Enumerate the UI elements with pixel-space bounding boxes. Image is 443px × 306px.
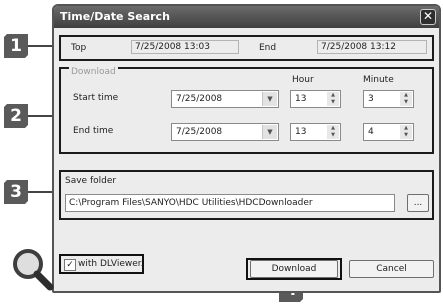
top-label: Top xyxy=(71,43,87,53)
start-date-value: 7/25/2008 xyxy=(176,94,223,104)
minute-header: Minute xyxy=(363,75,394,85)
spin-arrows-icon[interactable]: ▲ ▼ xyxy=(327,92,339,106)
save-folder-group: Save folder C:\Program Files\SANYO\HDC U… xyxy=(59,170,434,220)
download-button[interactable]: Download xyxy=(250,260,338,278)
start-date-picker[interactable]: 7/25/2008 ▼ xyxy=(171,90,279,108)
hour-header: Hour xyxy=(292,75,314,85)
end-time-value: 7/25/2008 13:12 xyxy=(317,40,427,54)
end-hour-stepper[interactable]: 13 ▲ ▼ xyxy=(290,123,341,141)
end-minute-value: 4 xyxy=(368,127,374,137)
end-hour-value: 13 xyxy=(295,127,307,137)
spin-arrows-icon[interactable]: ▲ ▼ xyxy=(400,92,412,106)
spin-arrows-icon[interactable]: ▲ ▼ xyxy=(327,125,339,139)
download-group: Download Hour Minute Start time 7/25/200… xyxy=(59,67,434,154)
end-date-picker[interactable]: 7/25/2008 ▼ xyxy=(171,123,279,141)
start-minute-value: 3 xyxy=(368,94,374,104)
chevron-down-icon[interactable]: ▼ xyxy=(262,125,277,139)
save-folder-label: Save folder xyxy=(65,176,117,186)
start-hour-stepper[interactable]: 13 ▲ ▼ xyxy=(290,90,341,108)
close-button[interactable]: ✕ xyxy=(420,9,436,25)
start-hour-value: 13 xyxy=(295,94,307,104)
dlviewer-checkbox[interactable]: ✓ xyxy=(64,259,76,271)
end-date-value: 7/25/2008 xyxy=(176,127,223,137)
time-date-search-dialog: Time/Date Search ✕ Top 7/25/2008 13:03 E… xyxy=(52,4,441,293)
top-time-value: 7/25/2008 13:03 xyxy=(131,40,239,54)
dlviewer-label: with DLViewer. xyxy=(78,259,144,269)
start-minute-stepper[interactable]: 3 ▲ ▼ xyxy=(363,90,414,108)
chevron-down-icon[interactable]: ▼ xyxy=(262,92,277,106)
dlviewer-option-box: ✓ with DLViewer. xyxy=(59,254,144,274)
title-bar: Time/Date Search ✕ xyxy=(54,6,439,28)
callout-2: 2 xyxy=(4,104,28,128)
download-group-title: Download xyxy=(69,67,118,77)
callout-3: 3 xyxy=(4,180,28,204)
start-time-label: Start time xyxy=(73,93,119,103)
close-icon: ✕ xyxy=(422,9,434,23)
dialog-title: Time/Date Search xyxy=(60,10,170,23)
end-time-label: End time xyxy=(73,126,114,136)
magnifier-icon xyxy=(13,249,54,291)
save-folder-path-field[interactable]: C:\Program Files\SANYO\HDC Utilities\HDC… xyxy=(65,194,395,212)
spin-arrows-icon[interactable]: ▲ ▼ xyxy=(400,125,412,139)
end-minute-stepper[interactable]: 4 ▲ ▼ xyxy=(363,123,414,141)
cancel-button[interactable]: Cancel xyxy=(349,260,434,278)
callout-1: 1 xyxy=(4,34,28,58)
browse-button[interactable]: ... xyxy=(407,194,429,212)
end-label: End xyxy=(259,43,277,53)
save-folder-path: C:\Program Files\SANYO\HDC Utilities\HDC… xyxy=(69,198,313,208)
summary-range-box: Top 7/25/2008 13:03 End 7/25/2008 13:12 xyxy=(59,35,434,61)
